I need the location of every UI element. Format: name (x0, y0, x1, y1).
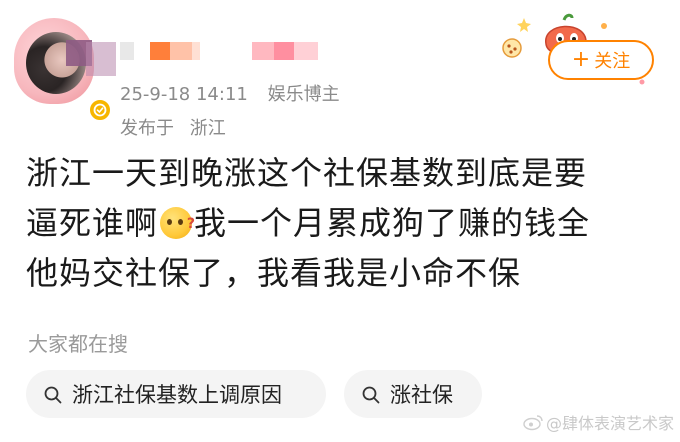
location-prefix: 发布于 (120, 118, 174, 139)
post-meta: 25-9-18 14:11 娱乐博主 (120, 80, 354, 106)
verified-badge-icon (88, 98, 112, 122)
post-location: 发布于 浙江 (120, 114, 226, 140)
post-text-line: 浙江一天到晚涨这个社保基数到底是要 (26, 154, 588, 192)
search-icon (44, 385, 62, 404)
plus-icon: + (571, 47, 591, 72)
post-timestamp: 25-9-18 14:11 (120, 84, 248, 105)
watermark: @肆体表演艺术家 (522, 410, 674, 434)
trending-search-chip[interactable]: 浙江社保基数上调原因 (26, 370, 326, 418)
weibo-logo-icon (522, 413, 544, 431)
username-redacted[interactable] (120, 38, 330, 66)
trending-search-chip[interactable]: 涨社保 (344, 370, 482, 418)
post-text-line: 逼死谁啊我一个月累成狗了赚的钱全 (26, 198, 666, 249)
avatar-mosaic-light (86, 42, 116, 76)
trending-search-heading: 大家都在搜 (28, 332, 128, 356)
weibo-post-card: 25-9-18 14:11 娱乐博主 发布于 浙江 + 关注 浙江一天到晚涨这个… (0, 0, 680, 442)
post-category: 娱乐博主 (267, 84, 340, 105)
search-chip-label: 浙江社保基数上调原因 (72, 383, 282, 407)
post-body: 浙江一天到晚涨这个社保基数到底是要 逼死谁啊我一个月累成狗了赚的钱全 他妈交社保… (26, 148, 666, 298)
search-chip-label: 涨社保 (390, 383, 453, 407)
location-value: 浙江 (189, 118, 226, 139)
search-icon (362, 385, 380, 404)
watermark-text: @肆体表演艺术家 (545, 414, 674, 433)
post-text-segment: 我一个月累成狗了赚的钱全 (194, 204, 591, 242)
follow-button[interactable]: + 关注 (548, 40, 654, 80)
post-text-segment: 逼死谁啊 (26, 204, 159, 242)
follow-label: 关注 (594, 51, 631, 72)
thinking-face-icon (160, 199, 196, 249)
post-text-line: 他妈交社保了，我看我是小命不保 (26, 254, 522, 292)
avatar[interactable] (14, 18, 116, 122)
